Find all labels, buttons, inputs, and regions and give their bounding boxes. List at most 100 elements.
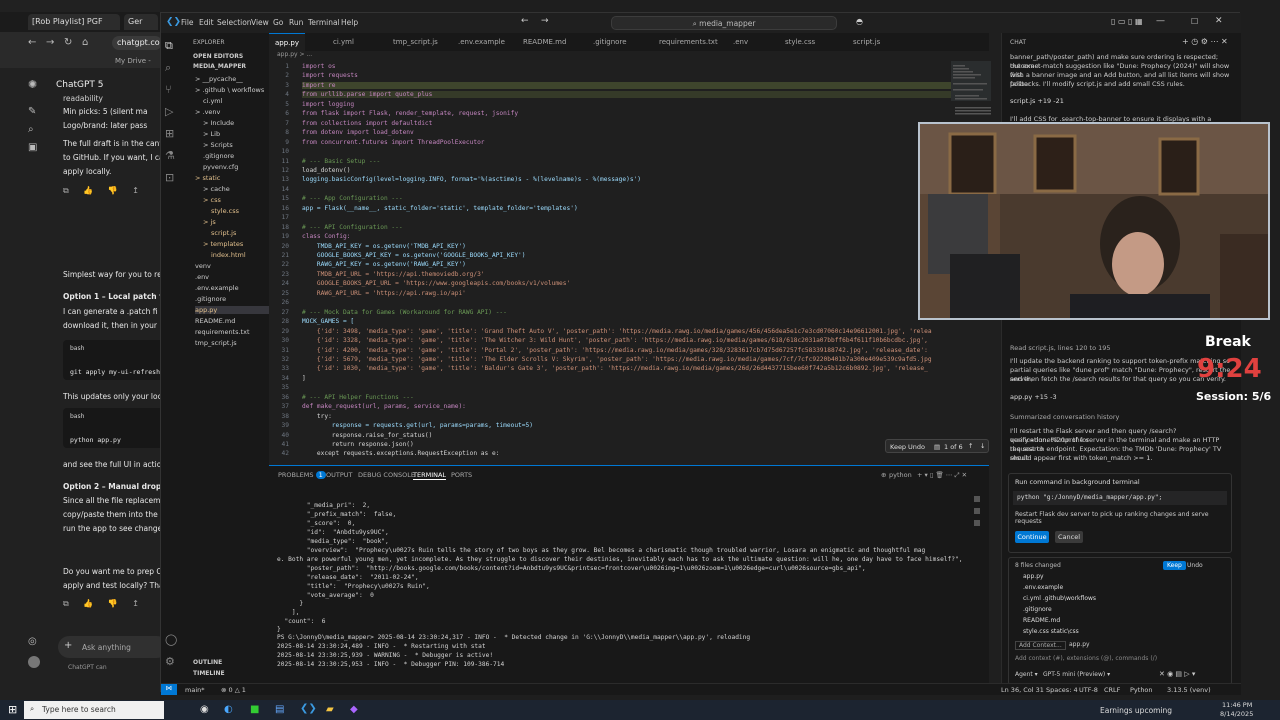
explorer-icon[interactable]: ⧉ — [165, 39, 173, 53]
browser-tab[interactable]: Ger — [124, 14, 158, 30]
editor-tab[interactable]: style.css — [779, 33, 821, 51]
code-line[interactable]: response = requests.get(url, params=para… — [302, 422, 533, 429]
taskbar-search[interactable]: ⌕ Type here to search — [24, 701, 164, 719]
tree-item[interactable]: > templates — [203, 240, 243, 248]
menu-run[interactable]: Run — [289, 18, 303, 27]
tree-item[interactable]: .gitignore — [203, 152, 234, 160]
language-mode[interactable]: Python — [1130, 686, 1153, 694]
code-line[interactable]: def make_request(url, params, service_na… — [302, 403, 466, 410]
search-icon[interactable]: ⌕ — [28, 124, 34, 135]
python-interpreter[interactable]: 3.13.5 (venv) — [1167, 686, 1211, 694]
menu-file[interactable]: File — [181, 18, 194, 27]
steam-icon[interactable]: ◐ — [224, 704, 233, 715]
continue-button[interactable]: Continue — [1015, 531, 1049, 543]
terminal-tabs-strip[interactable] — [974, 496, 984, 626]
tree-item[interactable]: index.html — [211, 251, 246, 259]
code-line[interactable]: try: — [302, 413, 332, 420]
vscode-taskbar-icon[interactable]: ❮❯ — [300, 703, 317, 714]
code-line[interactable]: TMDB_API_KEY = os.getenv('TMDB_API_KEY') — [302, 243, 466, 250]
eol[interactable]: CRLF — [1104, 686, 1120, 694]
editor-tab[interactable]: requirements.txt — [653, 33, 724, 51]
tree-item[interactable]: > cache — [203, 185, 230, 193]
code-line[interactable]: class Config: — [302, 233, 350, 240]
changed-file-item[interactable]: app.py — [1023, 573, 1044, 580]
avatar[interactable] — [28, 656, 40, 668]
diff-icon[interactable]: ▤ — [934, 443, 940, 451]
changed-file-item[interactable]: .gitignore — [1023, 606, 1052, 613]
library-icon[interactable]: ▣ — [28, 142, 37, 153]
maximize-icon[interactable]: ☐ — [1191, 17, 1198, 26]
code-line[interactable]: import os — [302, 63, 336, 70]
copilot-icon[interactable]: ◓ — [856, 17, 863, 26]
tree-item[interactable]: script.js — [211, 229, 236, 237]
tree-item[interactable]: requirements.txt — [195, 328, 250, 336]
settings-gear-icon[interactable]: ⚙ — [165, 655, 175, 668]
code-line[interactable]: from collections import defaultdict — [302, 120, 432, 127]
code-line[interactable]: except requests.exceptions.RequestExcept… — [302, 450, 500, 457]
tree-item[interactable]: > Include — [203, 119, 234, 127]
menu-selection[interactable]: Selection — [217, 18, 252, 27]
code-line[interactable]: RAWG_API_URL = 'https://api.rawg.io/api' — [302, 290, 466, 297]
code-line[interactable]: app = Flask(__name__, static_folder='sta… — [302, 205, 578, 212]
run-debug-icon[interactable]: ▷ — [165, 105, 173, 118]
code-line[interactable]: TMDB_API_URL = 'https://api.themoviedb.o… — [302, 271, 485, 278]
tree-item[interactable]: > Scripts — [203, 141, 233, 149]
editor-tab[interactable]: .env.example — [452, 33, 511, 51]
code-editor[interactable]: 1 import os 2 import requests 3 import re 4 fro… — [269, 61, 989, 471]
keep-all-button[interactable]: Keep — [1163, 561, 1186, 570]
code-line[interactable]: import re — [302, 81, 982, 89]
message-actions[interactable]: ⧉ 👍 👎 ↥ — [63, 186, 145, 196]
code-line[interactable]: logging.basicConfig(level=logging.INFO, … — [302, 176, 641, 183]
close-icon[interactable]: ✕ — [1215, 16, 1223, 26]
tree-item[interactable]: > __pycache__ — [195, 75, 243, 83]
code-line[interactable]: {'id': 4200, 'media_type': 'game', 'titl… — [302, 347, 928, 354]
menu-edit[interactable]: Edit — [199, 18, 214, 27]
code-line[interactable]: # --- API Helper Functions --- — [302, 394, 414, 401]
command-center[interactable]: ⌕ media_mapper — [611, 16, 837, 30]
tree-item[interactable]: app.py — [195, 306, 275, 314]
indentation[interactable]: Spaces: 4 — [1046, 686, 1078, 694]
testing-icon[interactable]: ⚗ — [165, 149, 175, 162]
bookmark-item[interactable]: My Drive - — [115, 57, 151, 65]
tab-output[interactable]: OUTPUT — [326, 471, 353, 479]
tree-item[interactable]: .env — [195, 273, 209, 281]
search-icon[interactable]: ⌕ — [165, 61, 171, 75]
code-line[interactable]: {'id': 1030, 'media_type': 'game', 'titl… — [302, 365, 928, 372]
new-chat-icon[interactable]: ✎ — [28, 106, 36, 117]
code-line[interactable]: ] — [302, 375, 306, 382]
menu-terminal[interactable]: Terminal — [308, 18, 340, 27]
open-editors-section[interactable]: OPEN EDITORS — [193, 53, 243, 60]
editor-tab[interactable]: tmp_script.js — [387, 33, 444, 51]
timeline-section[interactable]: TIMELINE — [193, 670, 225, 677]
tree-item[interactable]: style.css — [211, 207, 239, 215]
extensions-icon[interactable]: ⊞ — [165, 127, 174, 140]
branch-indicator[interactable]: main* — [185, 686, 205, 694]
cursor-position[interactable]: Ln 36, Col 31 — [1001, 686, 1044, 694]
files-changed-label[interactable]: 8 files changed — [1015, 562, 1061, 569]
split-terminal-icon[interactable]: + ▾ ▯ 🗑 ⋯ ⤢ ✕ — [917, 471, 967, 480]
code-line[interactable]: from flask import Flask, render_template… — [302, 110, 518, 117]
keep-change-button[interactable]: Keep — [890, 443, 906, 451]
earnings-widget[interactable]: Earnings upcoming — [1100, 706, 1172, 715]
tree-item[interactable]: > static — [195, 174, 220, 182]
code-line[interactable]: GOOGLE_BOOKS_API_KEY = os.getenv('GOOGLE… — [302, 252, 526, 259]
changed-file-item[interactable]: README.md — [1023, 617, 1060, 624]
gpts-icon[interactable]: ◎ — [28, 636, 37, 647]
reload-icon[interactable]: ↻ — [64, 37, 72, 48]
breadcrumb[interactable]: app.py > ... — [269, 51, 989, 61]
tree-item[interactable]: > js — [203, 218, 216, 226]
app-icon[interactable]: ■ — [250, 704, 259, 715]
file-explorer-icon[interactable]: ▰ — [326, 704, 334, 715]
undo-all-button[interactable]: Undo — [1187, 562, 1203, 569]
code-line[interactable]: RAWG_API_KEY = os.getenv('RAWG_API_KEY') — [302, 261, 466, 268]
project-root[interactable]: MEDIA_MAPPER — [193, 63, 246, 70]
tool-read-line[interactable]: Read script.js, lines 120 to 195 — [1010, 344, 1232, 353]
clock-date[interactable]: 8/14/2025 — [1220, 710, 1253, 718]
changed-file-item[interactable]: .env.example — [1023, 584, 1063, 591]
tree-item[interactable]: venv — [195, 262, 211, 270]
code-line[interactable]: # --- Basic Setup --- — [302, 158, 380, 165]
browser-tab[interactable]: [Rob Playlist] PGF — [28, 14, 120, 30]
add-context-button[interactable]: Add Context... — [1015, 641, 1066, 650]
code-line[interactable]: {'id': 5679, 'media_type': 'game', 'titl… — [302, 356, 932, 363]
tab-terminal[interactable]: TERMINAL — [413, 471, 447, 480]
